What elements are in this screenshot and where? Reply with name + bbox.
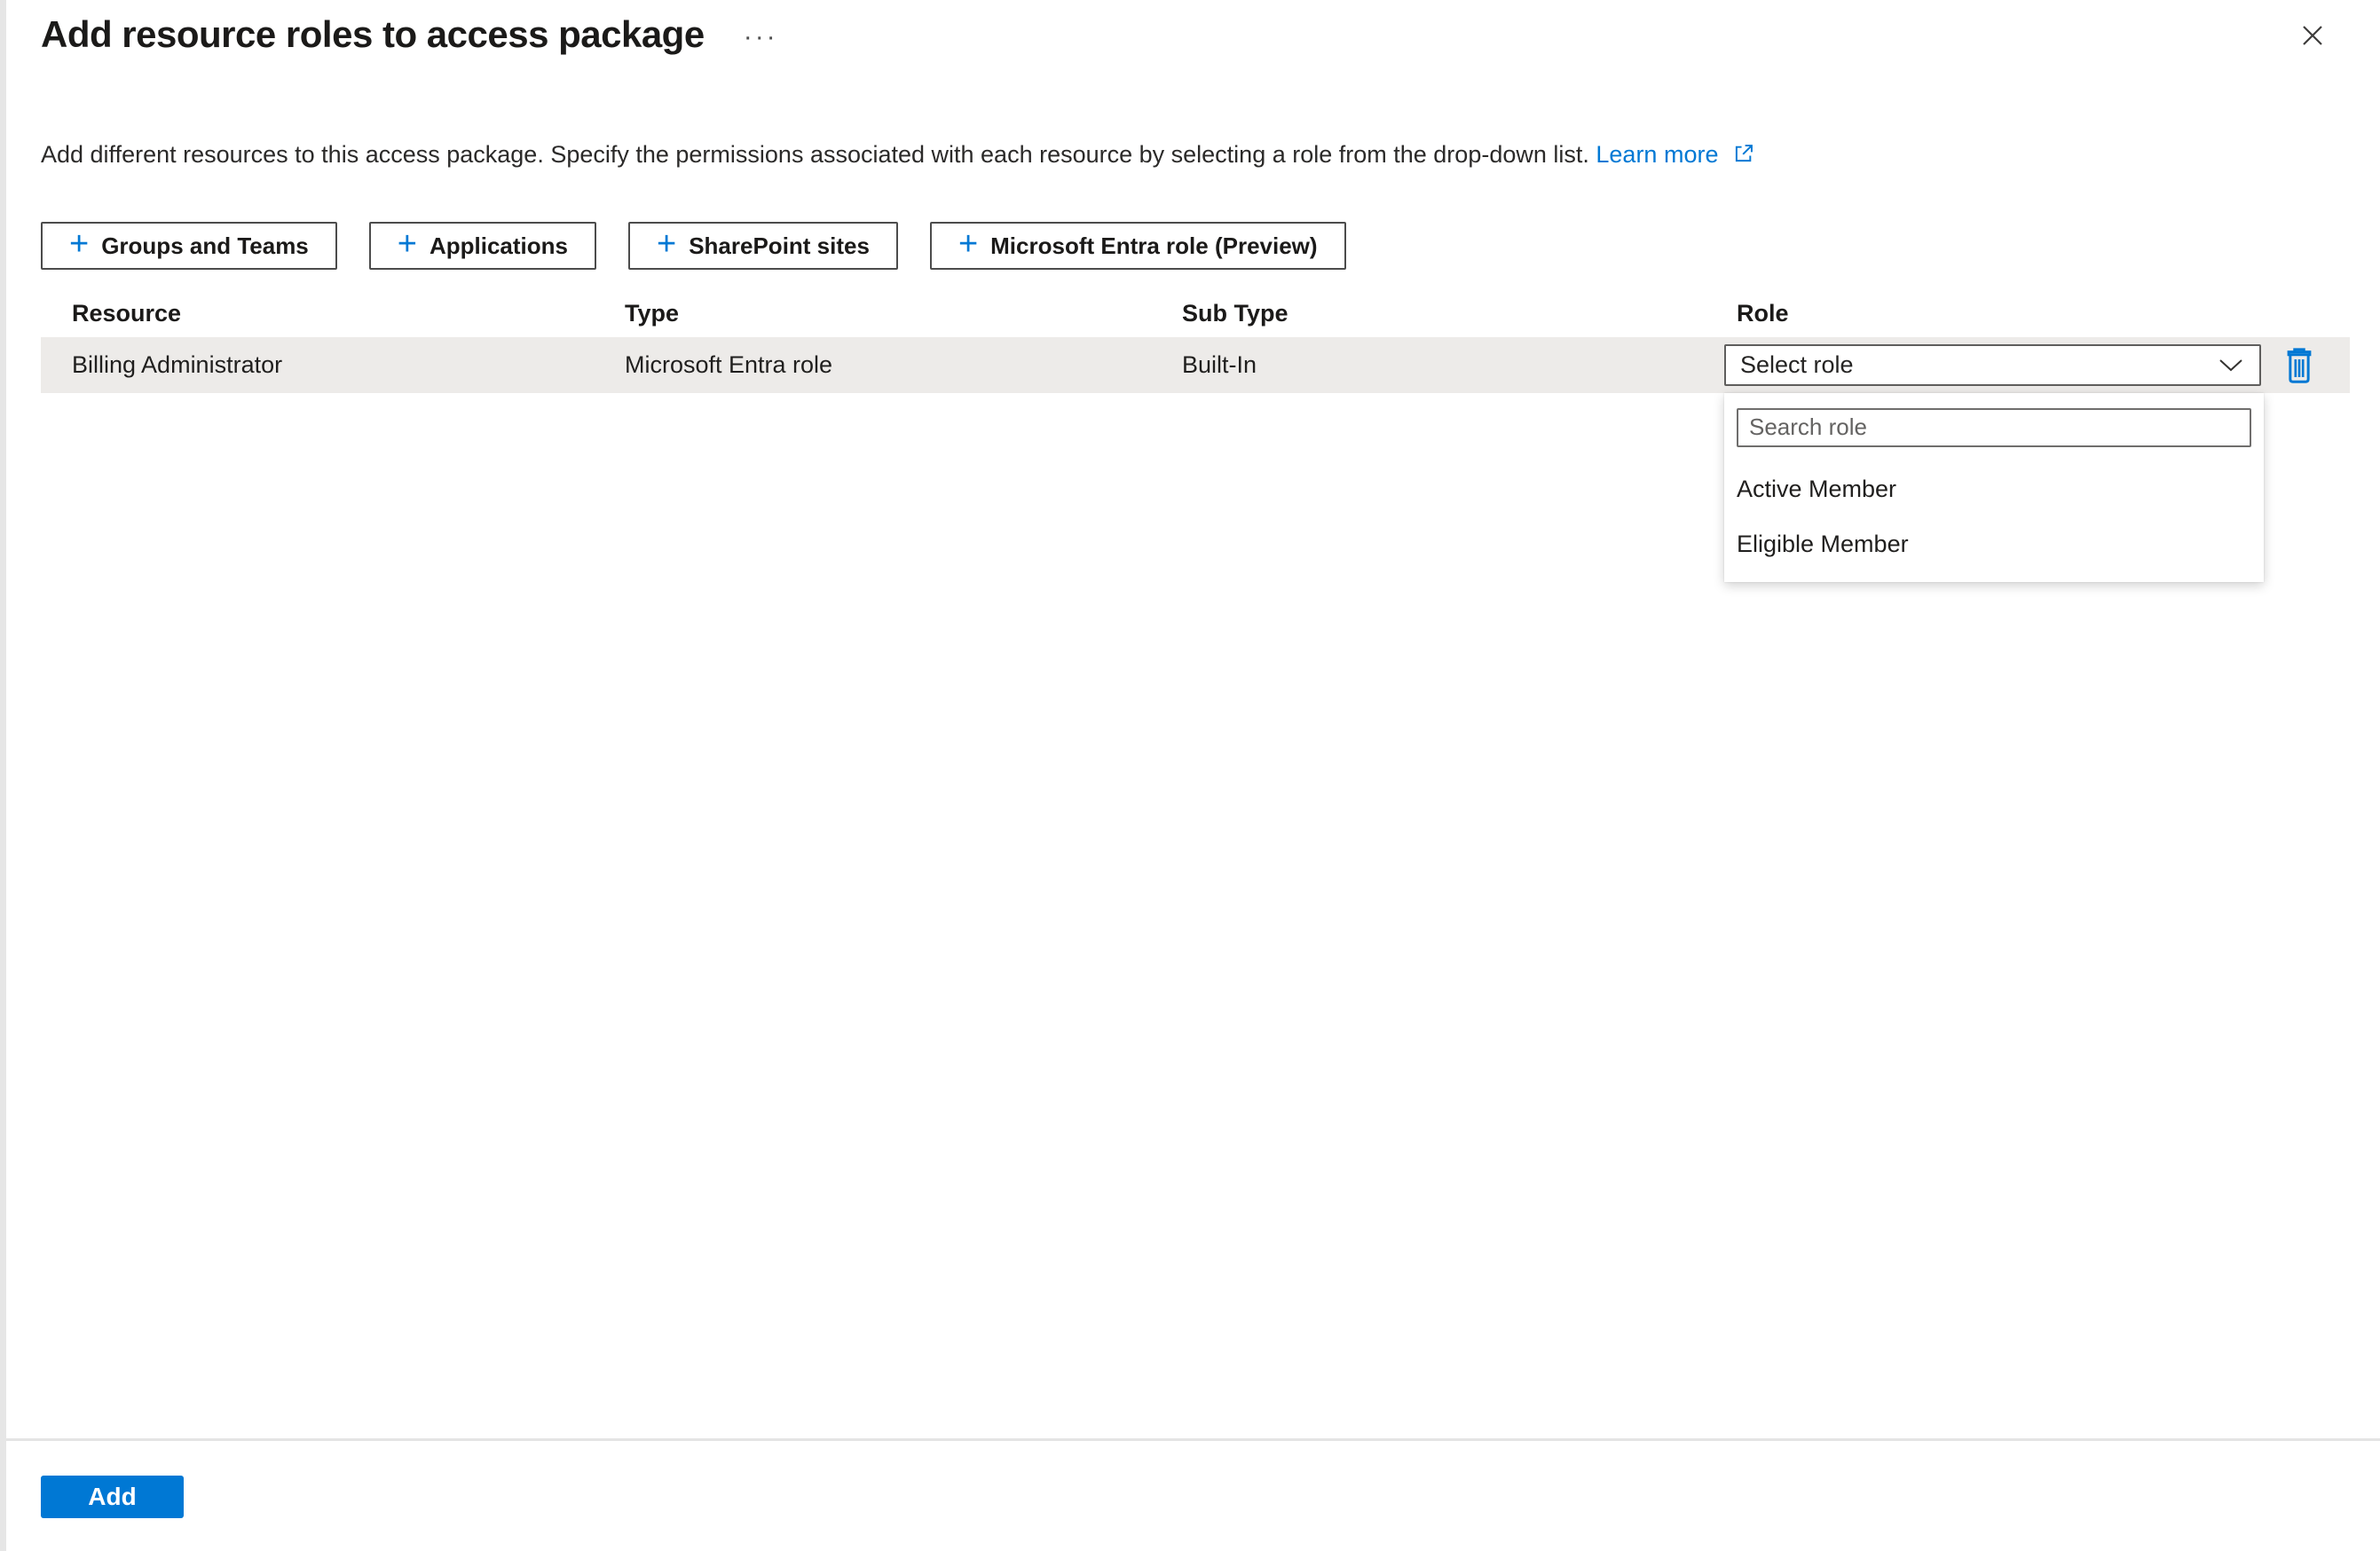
type-cell: Microsoft Entra role	[625, 351, 833, 378]
panel-description-row: Add different resources to this access p…	[41, 138, 2339, 170]
add-entra-role-button[interactable]: + Microsoft Entra role (Preview)	[929, 222, 1346, 270]
column-header-role: Role	[1737, 299, 1789, 327]
plus-icon: +	[657, 225, 677, 263]
plus-icon: +	[397, 225, 417, 263]
table-row: Billing Administrator Microsoft Entra ro…	[41, 337, 2350, 582]
role-cell: Select role Search role Active Member El…	[1724, 343, 2350, 582]
add-groups-and-teams-button[interactable]: + Groups and Teams	[41, 222, 337, 270]
role-options-list: Active Member Eligible Member	[1724, 461, 2264, 571]
button-label: Groups and Teams	[101, 232, 309, 259]
add-sharepoint-sites-button[interactable]: + SharePoint sites	[628, 222, 898, 270]
close-icon[interactable]	[2291, 14, 2334, 59]
external-link-icon	[1735, 145, 1753, 162]
panel-description: Add different resources to this access p…	[41, 141, 1589, 168]
add-resource-roles-panel: Add resource roles to access package ···…	[0, 0, 2380, 1518]
role-option-active-member[interactable]: Active Member	[1724, 461, 2264, 516]
column-header-sub-type: Sub Type	[1182, 299, 1289, 327]
role-dropdown-panel: Active Member Eligible Member	[1724, 392, 2264, 582]
page-title: Add resource roles to access package	[41, 13, 705, 55]
plus-icon: +	[69, 225, 90, 263]
delete-row-button[interactable]	[2279, 343, 2320, 388]
trash-icon	[2287, 347, 2312, 383]
learn-more-link[interactable]: Learn more	[1596, 141, 1718, 168]
column-header-type: Type	[625, 299, 680, 327]
button-label: Microsoft Entra role (Preview)	[990, 232, 1318, 259]
close-x-glyph	[2303, 26, 2322, 45]
table-header-row: Resource Type Sub Type Role	[41, 289, 2350, 337]
search-role-input[interactable]	[1737, 407, 2251, 447]
column-header-resource: Resource	[72, 299, 182, 327]
plus-icon: +	[958, 225, 979, 263]
role-select-value: Select role	[1740, 351, 1854, 378]
resource-toolbar: + Groups and Teams + Applications + Shar…	[41, 222, 2339, 270]
panel-header: Add resource roles to access package ···	[0, 0, 2380, 62]
page-edge-strip	[0, 0, 6, 1551]
more-options-icon[interactable]: ···	[744, 24, 778, 51]
title-group: Add resource roles to access package ···	[41, 7, 2291, 62]
add-button[interactable]: Add	[41, 1476, 184, 1518]
button-label: Applications	[429, 232, 568, 259]
chevron-down-icon	[2219, 358, 2242, 371]
button-label: SharePoint sites	[689, 232, 870, 259]
add-applications-button[interactable]: + Applications	[368, 222, 596, 270]
role-select-dropdown[interactable]: Select role	[1724, 344, 2261, 386]
sub-type-cell: Built-In	[1182, 351, 1257, 378]
role-option-eligible-member[interactable]: Eligible Member	[1724, 516, 2264, 571]
footer-divider	[6, 1438, 2380, 1441]
resource-table: Resource Type Sub Type Role Billing Admi…	[41, 289, 2350, 582]
resource-cell: Billing Administrator	[72, 351, 283, 378]
